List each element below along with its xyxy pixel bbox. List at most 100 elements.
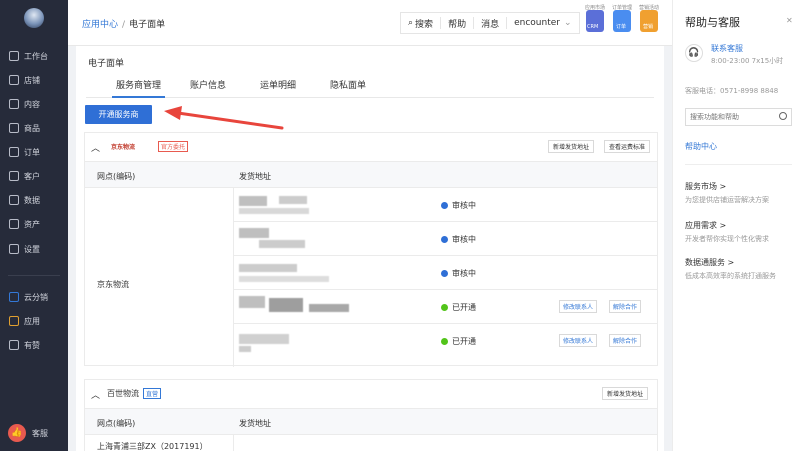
redacted-address [239, 196, 267, 206]
headset-icon: 🎧 [685, 44, 703, 62]
service-market-link[interactable]: 服务市场 > [685, 181, 726, 192]
search-button[interactable]: ⌕ 搜索 [401, 17, 442, 30]
redacted-address [239, 296, 265, 308]
help-search-input[interactable] [686, 109, 776, 125]
status-review: 审核中 [441, 234, 476, 245]
apps-icon [9, 316, 19, 326]
status-open: 已开通 [441, 302, 476, 313]
collapse-chevron-icon[interactable]: ︿ [91, 388, 100, 401]
thumb-icon: 👍 [8, 424, 26, 442]
table-row: 已开通 修改联系人 解除合作 [233, 324, 657, 358]
nav-item-products[interactable]: 商品 [0, 119, 68, 137]
nav-item-customers[interactable]: 客户 [0, 167, 68, 185]
nav-item-youzan[interactable]: 有赞 [0, 336, 68, 354]
search-icon: ⌕ [408, 18, 414, 28]
redacted-address [279, 196, 307, 204]
redacted-address [259, 240, 305, 248]
app-crm[interactable]: 应用市场 CRM [585, 5, 605, 32]
nav-item-content[interactable]: 内容 [0, 95, 68, 113]
nav-item-workbench[interactable]: 工作台 [0, 47, 68, 65]
nav-item-store[interactable]: 店铺 [0, 71, 68, 89]
data-service-link[interactable]: 数据通服务 > [685, 257, 734, 268]
customer-service-button[interactable]: 👍 客服 [8, 424, 48, 442]
cancel-cooperation-button[interactable]: 解除合作 [609, 334, 642, 347]
service-phone: 客服电话：0571-8998 8848 [685, 87, 779, 95]
table-row: 审核中 [233, 188, 657, 222]
app-marketing[interactable]: 营销活动 营销 [639, 5, 659, 32]
nav-item-settings[interactable]: 设置 [0, 240, 68, 258]
edit-contact-button[interactable]: 修改联系人 [559, 334, 598, 347]
store-icon [9, 75, 19, 85]
redacted-address [309, 304, 349, 312]
redacted-address [239, 228, 269, 238]
add-address-button[interactable]: 新增发货地址 [548, 140, 595, 153]
cancel-cooperation-button[interactable]: 解除合作 [609, 300, 642, 313]
quick-apps: 应用市场 CRM 订单管理 订单 营销活动 营销 [585, 5, 659, 32]
col-address: 发货地址 [239, 172, 271, 181]
page-title: 电子面单 [88, 59, 125, 69]
customer-icon [9, 171, 19, 181]
redacted-address [239, 334, 289, 344]
status-open: 已开通 [441, 336, 476, 347]
carrier-header: ︿ 百世物流 直营 新增发货地址 [85, 380, 657, 408]
open-provider-button[interactable]: 开通服务商 [85, 105, 152, 124]
close-icon[interactable]: ✕ [786, 16, 793, 25]
add-address-button[interactable]: 新增发货地址 [602, 387, 649, 400]
main-content: 电子面单 服务商管理 账户信息 运单明细 隐私面单 开通服务商 ︿ 京东物流 官… [76, 46, 664, 451]
redacted-address [239, 208, 309, 214]
direct-tag: 直营 [143, 388, 162, 399]
nav-item-assets[interactable]: 资产 [0, 215, 68, 233]
tab-waybill-details[interactable]: 运单明细 [256, 78, 300, 98]
nav-item-data[interactable]: 数据 [0, 191, 68, 209]
help-search[interactable] [685, 108, 792, 126]
site-name: 上海青浦三部ZX（2017191） [97, 442, 208, 451]
nav-item-apps[interactable]: 应用 [0, 312, 68, 330]
settings-icon [9, 244, 19, 254]
nav-divider [8, 275, 60, 276]
col-site: 网点(编码) [97, 419, 136, 428]
carrier-header: ︿ 京东物流 官方委托 新增发货地址 查看运费标准 [85, 133, 657, 161]
table-row: 审核中 [233, 222, 657, 256]
status-review: 审核中 [441, 200, 476, 211]
top-bar: 应用中心 / 电子面单 ⌕ 搜索 帮助 消息 encounter ⌄ 应用市场 CRM 订… [68, 0, 672, 46]
product-icon [9, 123, 19, 133]
col-site: 网点(编码) [97, 172, 136, 181]
nav-item-cloud-distribution[interactable]: 云分销 [0, 288, 68, 306]
edit-contact-button[interactable]: 修改联系人 [559, 300, 598, 313]
redacted-address [269, 298, 303, 312]
collapse-chevron-icon[interactable]: ︿ [91, 141, 100, 154]
tab-privacy-waybill[interactable]: 隐私面单 [326, 78, 370, 98]
help-center-link[interactable]: 帮助中心 [685, 141, 717, 152]
top-tools: ⌕ 搜索 帮助 消息 encounter ⌄ [400, 12, 580, 34]
official-tag: 官方委托 [158, 141, 189, 152]
contact-service-link[interactable]: 联系客服 [711, 43, 743, 54]
data-service-desc: 低成本高效率的系统打通服务 [685, 272, 776, 280]
like-icon [9, 340, 19, 350]
jd-logistics-logo: 京东物流 [111, 144, 136, 151]
carrier-block-jd: ︿ 京东物流 官方委托 新增发货地址 查看运费标准 网点(编码) 发货地址 京东… [84, 132, 658, 367]
messages-button[interactable]: 消息 [474, 17, 508, 30]
breadcrumb-current: 电子面单 [129, 20, 166, 30]
help-panel-title: 帮助与客服 [685, 16, 740, 29]
table-row: 审核中 [233, 256, 657, 290]
nav-item-orders[interactable]: 订单 [0, 143, 68, 161]
store-logo[interactable] [24, 8, 44, 28]
column-divider [233, 435, 234, 451]
cloud-distribution-icon [9, 292, 19, 302]
tab-account-info[interactable]: 账户信息 [186, 78, 230, 98]
breadcrumb-app-center[interactable]: 应用中心 [82, 20, 118, 30]
carrier-block-best: ︿ 百世物流 直营 新增发货地址 网点(编码) 发货地址 上海青浦三部ZX（20… [84, 379, 658, 451]
view-fee-button[interactable]: 查看运费标准 [604, 140, 651, 153]
info-icon [441, 270, 448, 277]
service-market-desc: 为您提供店铺运营解决方案 [685, 196, 769, 204]
asset-icon [9, 219, 19, 229]
app-demand-link[interactable]: 应用需求 > [685, 220, 726, 231]
app-orders[interactable]: 订单管理 订单 [612, 5, 632, 32]
search-icon[interactable] [779, 112, 787, 120]
left-nav: 工作台 店铺 内容 商品 订单 客户 数据 资产 设置 云分销 应用 有赞 👍 … [0, 0, 68, 451]
help-button[interactable]: 帮助 [441, 17, 475, 30]
user-menu[interactable]: encounter ⌄ [507, 17, 578, 29]
tab-provider-management[interactable]: 服务商管理 [112, 78, 166, 98]
tab-bar: 服务商管理 账户信息 运单明细 隐私面单 [86, 78, 654, 98]
info-icon [441, 202, 448, 209]
